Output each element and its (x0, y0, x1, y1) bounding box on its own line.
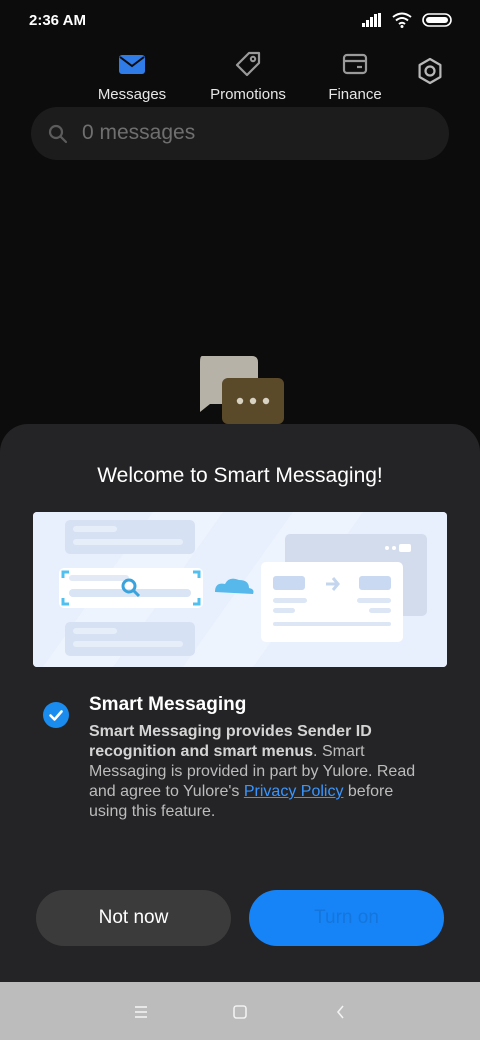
navigation-bar (0, 982, 480, 1040)
check-icon (49, 710, 63, 721)
menu-icon[interactable] (131, 1002, 151, 1022)
card-icon (342, 53, 368, 75)
tab-bar: Messages Promotions Finance (0, 44, 480, 106)
back-icon[interactable] (331, 1002, 351, 1022)
search-icon (48, 124, 68, 144)
wifi-icon (392, 12, 412, 28)
search-placeholder: 0 messages (82, 121, 196, 144)
battery-icon (422, 13, 452, 27)
settings-gear-icon[interactable] (414, 55, 446, 87)
tab-label: Messages (97, 86, 167, 103)
tab-promotions[interactable]: Promotions (193, 44, 303, 106)
search-bar[interactable]: 0 messages (31, 107, 449, 160)
smart-messaging-checkbox[interactable] (43, 702, 69, 728)
tag-icon (235, 51, 261, 77)
status-bar: 2:36 AM (0, 0, 480, 44)
status-time: 2:36 AM (29, 12, 86, 29)
privacy-policy-link[interactable]: Privacy Policy (244, 783, 344, 800)
tab-label: Finance (328, 86, 382, 103)
envelope-icon (119, 55, 145, 74)
dialog-title: Welcome to Smart Messaging! (97, 464, 383, 487)
not-now-button[interactable]: Not now (36, 890, 231, 946)
welcome-dialog: Welcome to Smart Messaging! Smart Messag… (0, 424, 480, 982)
chat-bubbles-icon (200, 356, 284, 424)
signal-icon (362, 13, 381, 27)
home-icon[interactable] (230, 1002, 250, 1022)
tab-label: Promotions (210, 86, 286, 103)
smart-messaging-illustration (33, 512, 447, 667)
tab-messages[interactable]: Messages (77, 44, 187, 106)
status-icons (362, 12, 452, 28)
turn-on-button[interactable]: Turn on (249, 890, 444, 946)
tab-finance[interactable]: Finance (300, 44, 410, 106)
option-description: Smart Messaging provides Sender ID recog… (89, 722, 419, 822)
option-title: Smart Messaging (89, 694, 247, 715)
